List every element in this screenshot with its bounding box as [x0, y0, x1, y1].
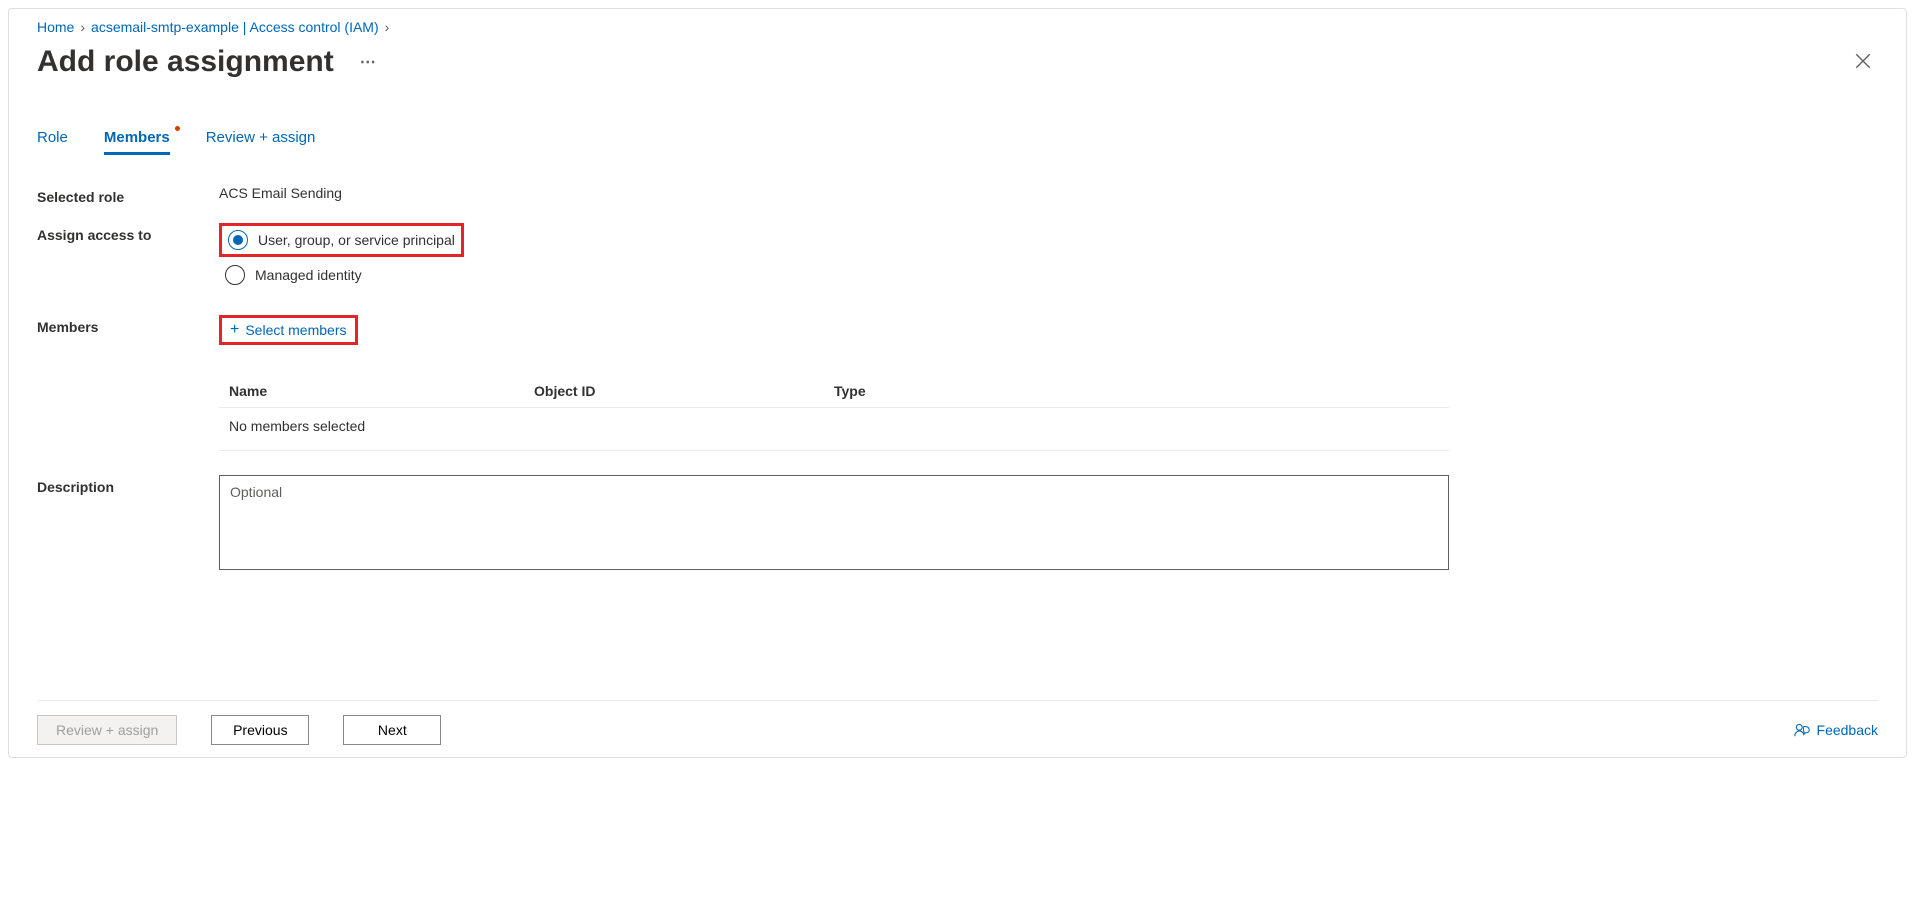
breadcrumb-home[interactable]: Home [37, 19, 74, 35]
plus-icon: + [230, 322, 239, 338]
radio-unchecked-icon [225, 265, 245, 285]
breadcrumb-resource[interactable]: acsemail-smtp-example | Access control (… [91, 19, 379, 35]
assign-access-label: Assign access to [37, 223, 219, 243]
tab-role[interactable]: Role [37, 129, 68, 155]
tab-members-label: Members [104, 129, 170, 146]
chevron-right-icon: › [385, 19, 390, 35]
select-members-button[interactable]: + Select members [230, 322, 347, 338]
review-assign-button[interactable]: Review + assign [37, 715, 177, 745]
feedback-label: Feedback [1817, 722, 1878, 738]
page-title-text: Add role assignment [37, 45, 334, 79]
select-members-label: Select members [245, 322, 346, 338]
breadcrumb: Home › acsemail-smtp-example | Access co… [37, 19, 1878, 35]
members-table: Name Object ID Type No members selected [219, 375, 1449, 451]
description-textarea[interactable] [219, 475, 1449, 570]
radio-user-group-label: User, group, or service principal [258, 232, 455, 248]
radio-managed-identity-label: Managed identity [255, 267, 362, 283]
radio-checked-icon [228, 230, 248, 250]
radio-managed-identity[interactable]: Managed identity [219, 261, 1878, 289]
tab-review-assign[interactable]: Review + assign [206, 129, 316, 155]
radio-user-group-service-principal[interactable]: User, group, or service principal [219, 223, 464, 257]
tab-members[interactable]: Members [104, 129, 170, 155]
members-empty-message: No members selected [219, 408, 1449, 451]
chevron-right-icon: › [80, 19, 85, 35]
members-label: Members [37, 315, 219, 335]
feedback-icon [1793, 721, 1811, 739]
description-label: Description [37, 475, 219, 495]
table-header-type: Type [834, 383, 1439, 399]
selected-role-label: Selected role [37, 185, 219, 205]
close-icon [1854, 52, 1872, 70]
table-header-name: Name [229, 383, 534, 399]
previous-button[interactable]: Previous [211, 715, 309, 745]
page-title: Add role assignment ⋯ [37, 45, 383, 79]
table-header-objectid: Object ID [534, 383, 834, 399]
close-button[interactable] [1848, 46, 1878, 79]
tabs: Role Members Review + assign [37, 129, 1878, 155]
notification-dot-icon [175, 126, 180, 131]
more-actions-button[interactable]: ⋯ [354, 48, 383, 76]
feedback-link[interactable]: Feedback [1793, 721, 1878, 739]
selected-role-value: ACS Email Sending [219, 185, 1878, 201]
next-button[interactable]: Next [343, 715, 441, 745]
